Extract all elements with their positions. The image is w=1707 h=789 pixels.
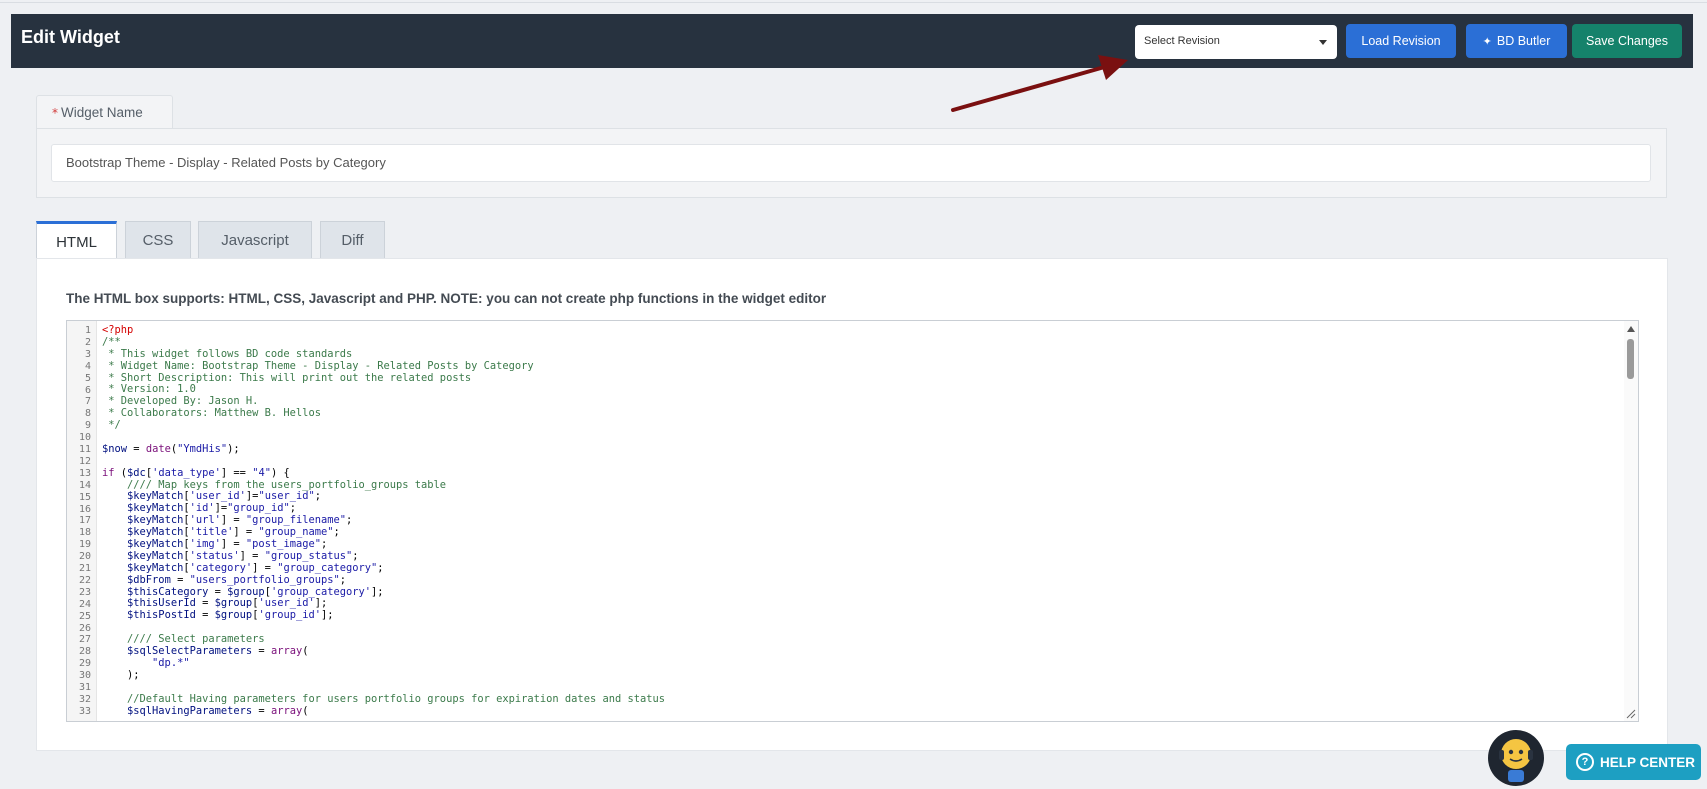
code-line: * Collaborators: Matthew B. Hellos [102, 407, 321, 420]
code-line: //// Select parameters [102, 633, 265, 646]
line-number: 18 [78, 527, 91, 539]
resize-handle-icon[interactable] [1626, 709, 1636, 719]
line-number: 11 [78, 444, 91, 455]
line-number: 9 [84, 420, 91, 432]
tab-diff[interactable]: Diff [320, 221, 385, 259]
code-content[interactable]: <?php/** * This widget follows BD code s… [102, 324, 1618, 717]
code-line: ); [102, 668, 140, 681]
line-number: 21 [78, 563, 91, 574]
help-center-button[interactable]: ? HELP CENTER [1566, 744, 1701, 780]
widget-name-label: Widget Name [61, 105, 143, 120]
line-number: 28 [78, 646, 91, 658]
line-number: 23 [78, 586, 91, 598]
line-number: 3 [84, 348, 91, 360]
line-number: 1 [84, 325, 91, 336]
line-number: 25 [78, 610, 91, 622]
code-editor[interactable]: 1 2 3 4 5 6 7 8 9 10 11 12 13 14 15 16 17 18 19 20 21 22 23 24 2… [66, 320, 1639, 722]
editor-panel: The HTML box supports: HTML, CSS, Javasc… [36, 258, 1668, 751]
code-line: $thisCategory = $group['group_category']… [127, 585, 384, 598]
line-number: 20 [78, 551, 91, 563]
tab-html[interactable]: HTML [36, 221, 117, 260]
code-line: "dp.*" [152, 656, 190, 669]
line-number: 5 [84, 372, 91, 384]
line-number: 22 [78, 574, 91, 586]
line-number: 7 [84, 396, 91, 408]
code-line: $sqlHavingParameters = array( [127, 704, 309, 717]
code-line: $thisPostId = $group['group_id']; [127, 609, 334, 622]
line-number: 29 [78, 658, 91, 670]
widget-name-tab: * Widget Name [36, 95, 173, 129]
code-line: * Short Description: This will print out… [102, 371, 472, 384]
help-center-label: HELP CENTER [1600, 754, 1696, 770]
line-number: 32 [78, 693, 91, 705]
widget-name-input[interactable]: Bootstrap Theme - Display - Related Post… [51, 144, 1651, 182]
line-number: 6 [84, 384, 91, 396]
code-line: $sqlSelectParameters = array( [127, 645, 309, 658]
line-number: 4 [84, 360, 91, 372]
code-line: $now = date("YmdHis"); [102, 442, 240, 455]
code-line: * Version: 1.0 [102, 383, 196, 396]
question-icon: ? [1576, 753, 1594, 771]
line-number: 24 [78, 598, 91, 610]
code-line: $keyMatch['user_id']="user_id"; [127, 490, 322, 503]
code-line: */ [102, 419, 121, 432]
line-number-gutter: 1 2 3 4 5 6 7 8 9 10 11 12 13 14 15 16 17 18 19 20 21 22 23 24 2… [67, 321, 97, 721]
line-number: 10 [78, 432, 91, 444]
code-line: //// Map keys from the users_portfolio_g… [102, 478, 447, 491]
line-number: 2 [84, 336, 91, 348]
tab-css[interactable]: CSS [125, 221, 191, 259]
line-number: 16 [78, 503, 91, 515]
line-number: 14 [78, 479, 91, 491]
line-number: 27 [78, 634, 91, 646]
line-number: 19 [78, 539, 91, 551]
line-number: 30 [78, 670, 91, 682]
vertical-scrollbar[interactable] [1624, 321, 1638, 721]
help-text: The HTML box supports: HTML, CSS, Javasc… [66, 291, 827, 306]
line-number: 33 [78, 705, 91, 717]
scrollbar-thumb[interactable] [1627, 339, 1634, 379]
scroll-up-icon[interactable] [1627, 326, 1635, 332]
bd-butler-avatar-icon[interactable] [1488, 730, 1544, 786]
line-number: 31 [78, 682, 91, 693]
line-number: 17 [78, 515, 91, 527]
widget-name-panel: Bootstrap Theme - Display - Related Post… [36, 128, 1667, 198]
line-number: 15 [78, 491, 91, 503]
code-line: <?php [102, 324, 134, 336]
line-number: 13 [78, 467, 91, 479]
line-number: 8 [84, 408, 91, 420]
line-number: 26 [78, 622, 91, 634]
tab-javascript[interactable]: Javascript [198, 221, 312, 259]
code-line: $keyMatch['title'] = "group_name"; [127, 526, 340, 539]
code-line: * Developed By: Jason H. [102, 395, 259, 408]
required-marker: * [52, 106, 58, 120]
code-line: //Default Having parameters for users po… [102, 692, 666, 705]
line-number: 12 [78, 455, 91, 467]
